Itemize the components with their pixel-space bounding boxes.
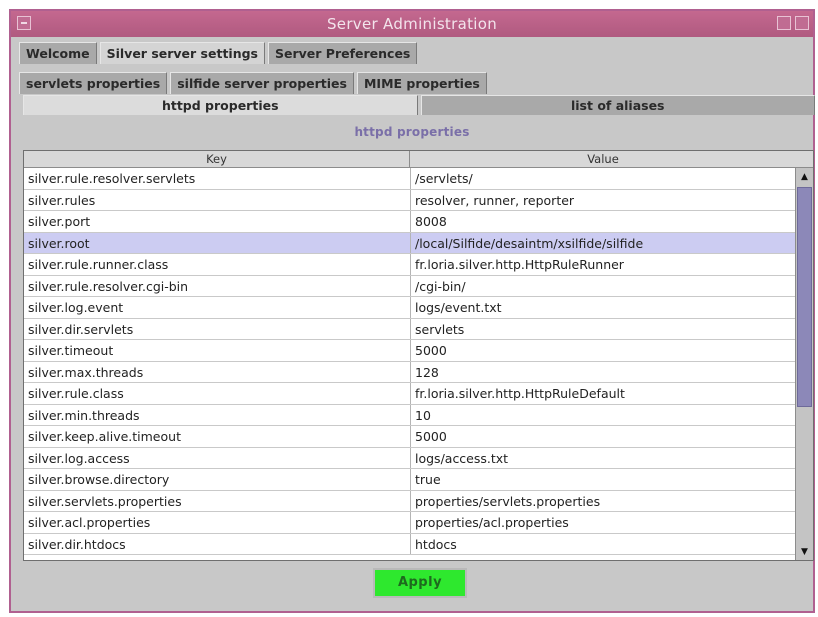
cell-key[interactable]: silver.rules: [24, 189, 411, 210]
table-row[interactable]: silver.port 8008: [24, 211, 797, 233]
table-row[interactable]: silver.min.threads 10: [24, 404, 797, 426]
close-button[interactable]: [795, 16, 809, 30]
cell-value[interactable]: htdocs: [411, 534, 797, 555]
window-title: Server Administration: [326, 15, 498, 33]
table-row[interactable]: silver.max.threads 128: [24, 361, 797, 383]
cell-value[interactable]: true: [411, 469, 797, 490]
cell-key[interactable]: silver.acl.properties: [24, 512, 411, 533]
window-menu-button[interactable]: [17, 16, 31, 30]
cell-value[interactable]: 5000: [411, 426, 797, 447]
server-administration-window: Server Administration Welcome Silver ser…: [9, 9, 815, 613]
table-row[interactable]: silver.servlets.properties properties/ser…: [24, 490, 797, 512]
table-row[interactable]: silver.rule.resolver.cgi-bin/cgi-bin/: [24, 275, 797, 297]
table-row[interactable]: silver.dir.servlets servlets: [24, 318, 797, 340]
section-title: httpd properties: [354, 125, 470, 139]
settings-tab-bar: servlets properties silfide server prope…: [19, 72, 487, 94]
table-body: silver.rule.resolver.servlets/servlets/s…: [24, 168, 797, 555]
title-bar[interactable]: Server Administration: [11, 11, 813, 37]
cell-key[interactable]: silver.max.threads: [24, 361, 411, 382]
cell-value[interactable]: 5000: [411, 340, 797, 361]
cell-value[interactable]: fr.loria.silver.http.HttpRuleRunner: [411, 254, 797, 275]
main-tab-bar: Welcome Silver server settings Server Pr…: [19, 42, 418, 64]
table-row[interactable]: silver.rule.runner.class fr.loria.silver.…: [24, 254, 797, 276]
table-row[interactable]: silver.dir.htdocs htdocs: [24, 533, 797, 555]
cell-key[interactable]: silver.timeout: [24, 340, 411, 361]
vertical-scrollbar[interactable]: ▲ ▼: [795, 168, 813, 560]
tab-server-preferences[interactable]: Server Preferences: [268, 42, 418, 64]
table-row[interactable]: silver.rule.class fr.loria.silver.http.Ht…: [24, 383, 797, 405]
table-row[interactable]: silver.root/local/Silfide/desaintm/xsilf…: [24, 232, 797, 254]
column-header-key[interactable]: Key: [24, 151, 410, 167]
cell-key[interactable]: silver.port: [24, 211, 411, 232]
tab-silver-server-settings[interactable]: Silver server settings: [99, 42, 265, 64]
cell-value[interactable]: /local/Silfide/desaintm/xsilfide/silfide: [411, 233, 797, 254]
cell-value[interactable]: 128: [411, 362, 797, 383]
column-header-value[interactable]: Value: [410, 151, 796, 167]
table-row[interactable]: silver.acl.properties properties/acl.prop…: [24, 512, 797, 534]
cell-value[interactable]: fr.loria.silver.http.HttpRuleDefault: [411, 383, 797, 404]
table-row[interactable]: silver.browse.directory true: [24, 469, 797, 491]
tab-silfide-server-properties[interactable]: silfide server properties: [170, 72, 354, 94]
table-row[interactable]: silver.keep.alive.timeout 5000: [24, 426, 797, 448]
cell-value[interactable]: properties/acl.properties: [411, 512, 797, 533]
table-row[interactable]: silver.timeout 5000: [24, 340, 797, 362]
tab-mime-properties[interactable]: MIME properties: [356, 72, 487, 94]
table-row[interactable]: silver.rule.resolver.servlets/servlets/: [24, 168, 797, 190]
cell-key[interactable]: silver.dir.servlets: [24, 318, 411, 339]
tab-httpd-properties[interactable]: httpd properties: [23, 95, 418, 115]
cell-key[interactable]: silver.rule.class: [24, 383, 411, 404]
tab-list-of-aliases[interactable]: list of aliases: [420, 95, 815, 115]
tab-servlets-properties[interactable]: servlets properties: [19, 72, 168, 94]
cell-key[interactable]: silver.rule.runner.class: [24, 254, 411, 275]
table-row[interactable]: silver.log.access logs/access.txt: [24, 447, 797, 469]
cell-key[interactable]: silver.log.event: [24, 297, 411, 318]
cell-value[interactable]: servlets: [411, 319, 797, 340]
cell-key[interactable]: silver.browse.directory: [24, 469, 411, 490]
table-row[interactable]: silver.log.event logs/event.txt: [24, 297, 797, 319]
cell-value[interactable]: 8008: [411, 211, 797, 232]
scroll-down-arrow-icon[interactable]: ▼: [796, 543, 813, 560]
cell-key[interactable]: silver.dir.htdocs: [24, 533, 411, 554]
table-header: Key Value: [24, 151, 813, 168]
properties-table: Key Value silver.rule.resolver.servlets /…: [23, 150, 814, 561]
cell-key[interactable]: silver.keep.alive.timeout: [24, 426, 411, 447]
cell-value[interactable]: properties/servlets.properties: [411, 491, 797, 512]
cell-key[interactable]: silver.servlets.properties: [24, 490, 411, 511]
scrollbar-thumb[interactable]: [797, 187, 812, 407]
scroll-up-arrow-icon[interactable]: ▲: [796, 168, 813, 186]
cell-key[interactable]: silver.rule.resolver.servlets: [24, 168, 411, 189]
apply-button[interactable]: Apply: [373, 568, 467, 598]
cell-value[interactable]: 10: [411, 405, 797, 426]
cell-key[interactable]: silver.rule.resolver.cgi-bin: [24, 275, 411, 296]
cell-value[interactable]: /servlets/: [411, 168, 797, 189]
tab-welcome[interactable]: Welcome: [19, 42, 97, 64]
properties-tab-bar: httpd properties list of aliases: [23, 95, 815, 115]
cell-value[interactable]: logs/event.txt: [411, 297, 797, 318]
cell-value[interactable]: resolver, runner, reporter: [411, 190, 797, 211]
cell-value[interactable]: logs/access.txt: [411, 448, 797, 469]
cell-key[interactable]: silver.root: [24, 232, 411, 253]
cell-value[interactable]: /cgi-bin/: [411, 276, 797, 297]
minimize-button[interactable]: [777, 16, 791, 30]
cell-key[interactable]: silver.min.threads: [24, 404, 411, 425]
table-row[interactable]: silver.rules resolver, runner, reporter: [24, 189, 797, 211]
cell-key[interactable]: silver.log.access: [24, 447, 411, 468]
